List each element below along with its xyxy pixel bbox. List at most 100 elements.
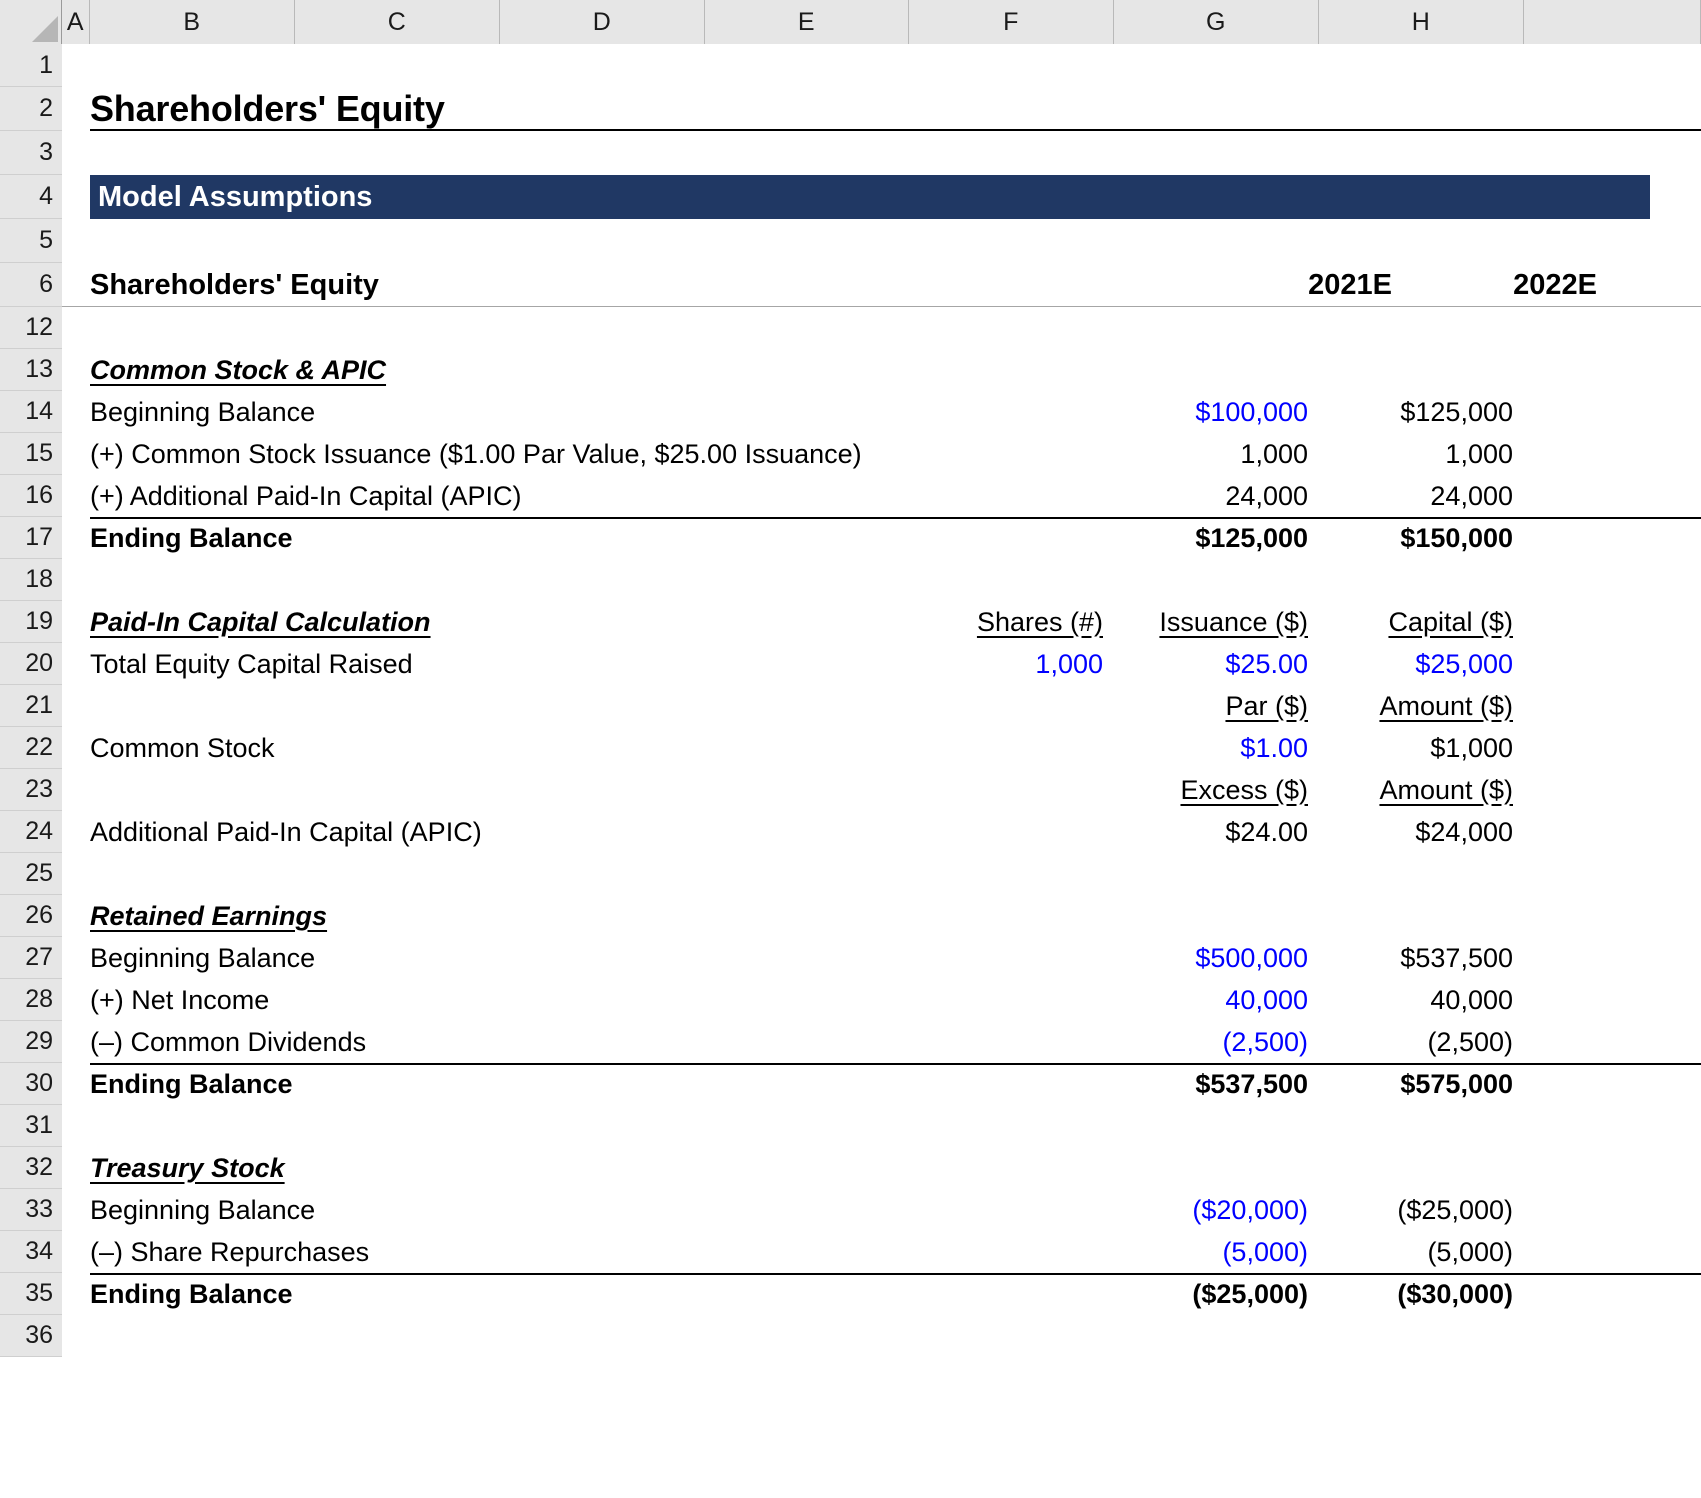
row-header-31[interactable]: 31 (0, 1105, 62, 1147)
row-header-23[interactable]: 23 (0, 769, 62, 811)
row-header-21[interactable]: 21 (0, 685, 62, 727)
row-header-36[interactable]: 36 (0, 1315, 62, 1357)
row-header-17[interactable]: 17 (0, 517, 62, 559)
row-header-14[interactable]: 14 (0, 391, 62, 433)
section-heading-retained-earnings[interactable]: Retained Earnings (90, 901, 327, 932)
cell-g33[interactable]: ($20,000) (1114, 1189, 1319, 1231)
cell-h15[interactable]: 1,000 (1319, 433, 1524, 475)
cell-h29[interactable]: (2,500) (1319, 1021, 1524, 1063)
cell-h16[interactable]: 24,000 (1319, 475, 1524, 517)
cell-h23[interactable]: Amount ($) (1319, 769, 1524, 811)
cell-f20[interactable]: 1,000 (909, 643, 1114, 685)
cell-h28[interactable]: 40,000 (1319, 979, 1524, 1021)
row-label-cs-beginning-balance[interactable]: Beginning Balance (90, 397, 315, 428)
cell-h20[interactable]: $25,000 (1319, 643, 1524, 685)
row-header-19[interactable]: 19 (0, 601, 62, 643)
row-header-25[interactable]: 25 (0, 853, 62, 895)
cell-g28[interactable]: 40,000 (1114, 979, 1319, 1021)
column-header-c[interactable]: C (295, 0, 500, 44)
row-label-re-beginning-balance[interactable]: Beginning Balance (90, 943, 315, 974)
row-header-13[interactable]: 13 (0, 349, 62, 391)
column-header-a[interactable]: A (62, 0, 90, 44)
row-header-22[interactable]: 22 (0, 727, 62, 769)
row-label-ts-share-repurchases[interactable]: (–) Share Repurchases (90, 1237, 369, 1268)
row-header-24[interactable]: 24 (0, 811, 62, 853)
row-label-total-equity-capital-raised[interactable]: Total Equity Capital Raised (90, 649, 413, 680)
row-header-12[interactable]: 12 (0, 307, 62, 349)
cell-h6[interactable]: 2022E (1403, 263, 1608, 307)
cell-g17[interactable]: $125,000 (1114, 517, 1319, 559)
cell-g29[interactable]: (2,500) (1114, 1021, 1319, 1063)
cell-h27[interactable]: $537,500 (1319, 937, 1524, 979)
cell-h35[interactable]: ($30,000) (1319, 1273, 1524, 1315)
row-header-15[interactable]: 15 (0, 433, 62, 475)
cell-g24[interactable]: $24.00 (1114, 811, 1319, 853)
row-header-18[interactable]: 18 (0, 559, 62, 601)
row-label-ts-ending-balance[interactable]: Ending Balance (90, 1279, 293, 1310)
row-header-20[interactable]: 20 (0, 643, 62, 685)
row-label-ts-beginning-balance[interactable]: Beginning Balance (90, 1195, 315, 1226)
cell-g15[interactable]: 1,000 (1114, 433, 1319, 475)
row-header-29[interactable]: 29 (0, 1021, 62, 1063)
row-header-28[interactable]: 28 (0, 979, 62, 1021)
section-heading-common-stock-apic[interactable]: Common Stock & APIC (90, 355, 386, 386)
cell-g16[interactable]: 24,000 (1114, 475, 1319, 517)
row-label-common-stock[interactable]: Common Stock (90, 733, 275, 764)
row-header-35[interactable]: 35 (0, 1273, 62, 1315)
cell-h21[interactable]: Amount ($) (1319, 685, 1524, 727)
cell-g19[interactable]: Issuance ($) (1114, 601, 1319, 643)
column-header-i[interactable] (1524, 0, 1701, 44)
column-header-e[interactable]: E (705, 0, 909, 44)
column-header-h[interactable]: H (1319, 0, 1524, 44)
row-header-27[interactable]: 27 (0, 937, 62, 979)
column-header-b[interactable]: B (90, 0, 295, 44)
cell-g35[interactable]: ($25,000) (1114, 1273, 1319, 1315)
section-heading-treasury-stock[interactable]: Treasury Stock (90, 1153, 285, 1184)
row-header-32[interactable]: 32 (0, 1147, 62, 1189)
section-heading-paid-in-capital[interactable]: Paid-In Capital Calculation (90, 607, 431, 638)
column-header-g[interactable]: G (1114, 0, 1319, 44)
cell-h30[interactable]: $575,000 (1319, 1063, 1524, 1105)
cell-g20[interactable]: $25.00 (1114, 643, 1319, 685)
row-header-16[interactable]: 16 (0, 475, 62, 517)
cell-h34[interactable]: (5,000) (1319, 1231, 1524, 1273)
cell-h17[interactable]: $150,000 (1319, 517, 1524, 559)
cell-h14[interactable]: $125,000 (1319, 391, 1524, 433)
cell-a6[interactable] (62, 263, 90, 307)
cell-d6[interactable] (584, 263, 789, 307)
select-all-corner[interactable] (0, 0, 62, 44)
cell-h33[interactable]: ($25,000) (1319, 1189, 1524, 1231)
row-header-4[interactable]: 4 (0, 175, 62, 219)
cell-g21[interactable]: Par ($) (1114, 685, 1319, 727)
row-header-2[interactable]: 2 (0, 87, 62, 131)
row-header-3[interactable]: 3 (0, 131, 62, 175)
cell-g22[interactable]: $1.00 (1114, 727, 1319, 769)
row-header-1[interactable]: 1 (0, 44, 62, 87)
cell-b6[interactable]: Shareholders' Equity (90, 263, 379, 307)
row-header-30[interactable]: 30 (0, 1063, 62, 1105)
row-label-re-net-income[interactable]: (+) Net Income (90, 985, 269, 1016)
cell-g6[interactable]: 2021E (1198, 263, 1403, 307)
column-header-f[interactable]: F (909, 0, 1114, 44)
row-label-cs-ending-balance[interactable]: Ending Balance (90, 523, 293, 554)
cell-g23[interactable]: Excess ($) (1114, 769, 1319, 811)
cell-h22[interactable]: $1,000 (1319, 727, 1524, 769)
row-label-cs-apic[interactable]: (+) Additional Paid-In Capital (APIC) (90, 481, 521, 512)
cell-h24[interactable]: $24,000 (1319, 811, 1524, 853)
row-header-33[interactable]: 33 (0, 1189, 62, 1231)
row-label-re-ending-balance[interactable]: Ending Balance (90, 1069, 293, 1100)
cell-f6[interactable] (993, 263, 1198, 307)
cell-g34[interactable]: (5,000) (1114, 1231, 1319, 1273)
row-header-26[interactable]: 26 (0, 895, 62, 937)
cell-h19[interactable]: Capital ($) (1319, 601, 1524, 643)
row-header-6[interactable]: 6 (0, 263, 62, 307)
cell-f19[interactable]: Shares (#) (909, 601, 1114, 643)
row-label-re-common-dividends[interactable]: (–) Common Dividends (90, 1027, 366, 1058)
row-header-34[interactable]: 34 (0, 1231, 62, 1273)
row-label-cs-issuance[interactable]: (+) Common Stock Issuance ($1.00 Par Val… (90, 439, 862, 470)
cell-g14[interactable]: $100,000 (1114, 391, 1319, 433)
row-header-5[interactable]: 5 (0, 219, 62, 263)
cell-g27[interactable]: $500,000 (1114, 937, 1319, 979)
column-header-d[interactable]: D (500, 0, 705, 44)
cell-e6[interactable] (789, 263, 993, 307)
